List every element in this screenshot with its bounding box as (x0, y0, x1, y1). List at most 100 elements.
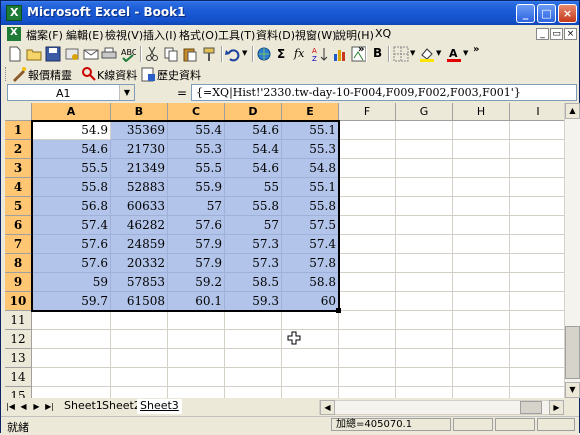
cell-d2[interactable]: 54.4 (225, 140, 282, 159)
cell-b9[interactable]: 57853 (111, 273, 168, 292)
cell-d5[interactable]: 55.8 (225, 197, 282, 216)
cell-i4[interactable] (510, 178, 564, 197)
cell-i2[interactable] (510, 140, 564, 159)
menu-view[interactable]: 檢視(V) (105, 27, 143, 43)
horizontal-scrollbar[interactable]: ◀ ▶ (319, 400, 564, 415)
worksheet-grid[interactable]: A B C D E F G H I 1 54.9 35369 55.4 54.6 55.1 2 54.6 2173… (5, 103, 564, 398)
row-header-12[interactable]: 12 (5, 330, 32, 349)
cell-g8[interactable] (396, 254, 453, 273)
cell-a6[interactable]: 57.4 (32, 216, 111, 235)
cell-f2[interactable] (339, 140, 396, 159)
cell-g11[interactable] (396, 311, 453, 330)
row-header-13[interactable]: 13 (5, 349, 32, 368)
row-header-4[interactable]: 4 (5, 178, 32, 197)
cell-i13[interactable] (510, 349, 564, 368)
cell-h10[interactable] (453, 292, 510, 311)
insert-function-icon[interactable]: fx (294, 47, 304, 60)
cell-d4[interactable]: 55 (225, 178, 282, 197)
menu-tools[interactable]: 工具(T) (218, 27, 255, 43)
cell-h11[interactable] (453, 311, 510, 330)
cell-h7[interactable] (453, 235, 510, 254)
cell-e2[interactable]: 55.3 (282, 140, 339, 159)
column-header-c[interactable]: C (168, 103, 225, 121)
cut-icon[interactable] (144, 46, 160, 62)
cell-b10[interactable]: 61508 (111, 292, 168, 311)
cell-h3[interactable] (453, 159, 510, 178)
row-header-1[interactable]: 1 (5, 121, 32, 140)
cell-a8[interactable]: 57.6 (32, 254, 111, 273)
cell-e5[interactable]: 55.8 (282, 197, 339, 216)
prev-sheet-icon[interactable]: ◀ (18, 401, 29, 413)
cell-a10[interactable]: 59.7 (32, 292, 111, 311)
cell-h5[interactable] (453, 197, 510, 216)
cell-d7[interactable]: 57.3 (225, 235, 282, 254)
cell-e7[interactable]: 57.4 (282, 235, 339, 254)
cell-f11[interactable] (339, 311, 396, 330)
cell-c5[interactable]: 57 (168, 197, 225, 216)
maximize-button[interactable]: □ (537, 4, 556, 23)
row-header-9[interactable]: 9 (5, 273, 32, 292)
cell-b1[interactable]: 35369 (111, 121, 168, 140)
format-painter-icon[interactable] (201, 46, 217, 62)
cell-c9[interactable]: 59.2 (168, 273, 225, 292)
cell-a14[interactable] (32, 368, 111, 387)
column-header-h[interactable]: H (453, 103, 510, 121)
cell-a4[interactable]: 55.8 (32, 178, 111, 197)
cell-g10[interactable] (396, 292, 453, 311)
cell-g2[interactable] (396, 140, 453, 159)
cell-a9[interactable]: 59 (32, 273, 111, 292)
name-box-dropdown-icon[interactable]: ▼ (119, 85, 134, 100)
cell-g4[interactable] (396, 178, 453, 197)
minimize-button[interactable]: _ (516, 4, 535, 23)
hyperlink-icon[interactable] (256, 46, 272, 62)
cell-e14[interactable] (282, 368, 339, 387)
cell-h6[interactable] (453, 216, 510, 235)
cell-c6[interactable]: 57.6 (168, 216, 225, 235)
cell-g1[interactable] (396, 121, 453, 140)
cell-e4[interactable]: 55.1 (282, 178, 339, 197)
excel-app-icon[interactable] (6, 5, 22, 21)
menu-data[interactable]: 資料(D) (256, 27, 295, 43)
cell-g13[interactable] (396, 349, 453, 368)
cell-f5[interactable] (339, 197, 396, 216)
column-header-i[interactable]: I (510, 103, 564, 121)
open-icon[interactable] (26, 46, 42, 62)
row-header-11[interactable]: 11 (5, 311, 32, 330)
spelling-icon[interactable]: ABC (120, 46, 136, 62)
cell-a15[interactable] (32, 387, 111, 398)
cell-h1[interactable] (453, 121, 510, 140)
toolbar-grip[interactable] (5, 67, 9, 81)
cell-c13[interactable] (168, 349, 225, 368)
font-color-dropdown-icon[interactable]: ▼ (463, 49, 468, 57)
kline-data-icon[interactable] (81, 66, 97, 82)
cell-d12[interactable] (225, 330, 282, 349)
cell-c1[interactable]: 55.4 (168, 121, 225, 140)
cell-i8[interactable] (510, 254, 564, 273)
title-bar[interactable]: Microsoft Excel - Book1 _ □ × (1, 1, 579, 25)
row-header-2[interactable]: 2 (5, 140, 32, 159)
cell-i11[interactable] (510, 311, 564, 330)
cell-f15[interactable] (339, 387, 396, 398)
cell-i14[interactable] (510, 368, 564, 387)
cell-d14[interactable] (225, 368, 282, 387)
cell-d9[interactable]: 58.5 (225, 273, 282, 292)
cell-e8[interactable]: 57.8 (282, 254, 339, 273)
quote-wizard-icon[interactable] (11, 66, 27, 82)
cell-a5[interactable]: 56.8 (32, 197, 111, 216)
cell-b12[interactable] (111, 330, 168, 349)
doc-close-button[interactable]: × (564, 28, 577, 40)
column-header-e[interactable]: E (282, 103, 339, 121)
cell-e10[interactable]: 60 (282, 292, 339, 311)
cell-h9[interactable] (453, 273, 510, 292)
cell-c12[interactable] (168, 330, 225, 349)
cell-i9[interactable] (510, 273, 564, 292)
scroll-up-icon[interactable]: ▲ (565, 103, 580, 119)
row-header-6[interactable]: 6 (5, 216, 32, 235)
column-header-f[interactable]: F (339, 103, 396, 121)
cell-d1[interactable]: 54.6 (225, 121, 282, 140)
paste-icon[interactable] (182, 46, 198, 62)
cell-f3[interactable] (339, 159, 396, 178)
cell-f10[interactable] (339, 292, 396, 311)
toolbar-overflow-icon[interactable]: » (358, 44, 364, 55)
cell-c14[interactable] (168, 368, 225, 387)
